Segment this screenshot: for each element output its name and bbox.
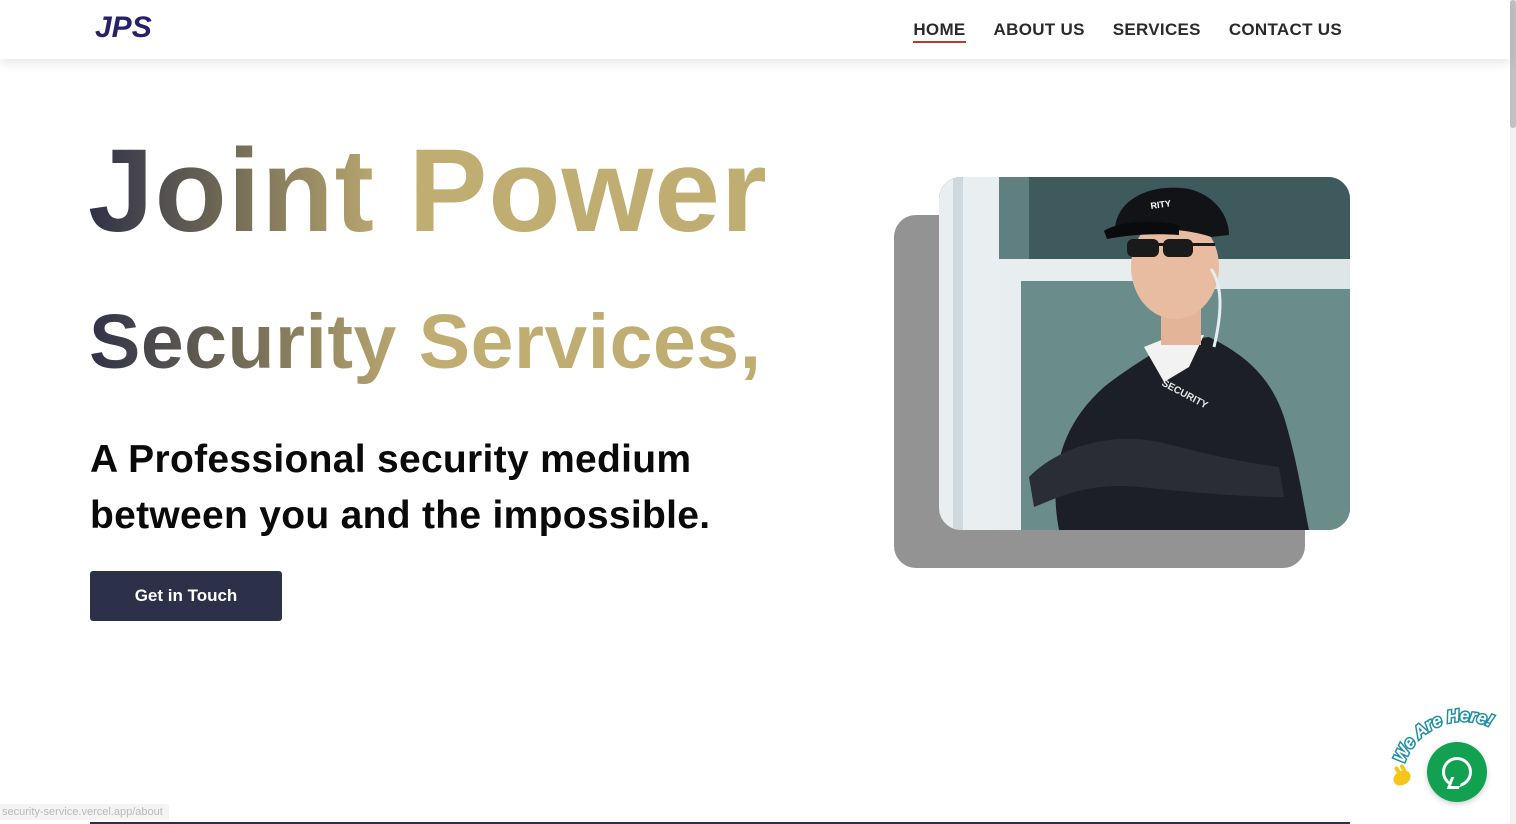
jps-logo[interactable]: JPS — [95, 10, 163, 42]
svg-text:JPS: JPS — [95, 11, 152, 42]
status-bar-url: security-service.vercel.app/about — [0, 804, 169, 820]
nav-services-link[interactable]: SERVICES — [1113, 20, 1201, 40]
nav-about-link[interactable]: ABOUT US — [994, 20, 1085, 40]
main-nav: HOME ABOUT US SERVICES CONTACT US — [913, 0, 1342, 59]
site-header: JPS HOME ABOUT US SERVICES CONTACT US — [0, 0, 1510, 59]
hero-title-services: Services, — [418, 299, 762, 385]
hero-title-joint: Joint — [88, 125, 375, 257]
chat-bubble-icon — [1442, 757, 1472, 787]
hero-title-power: Power — [408, 125, 768, 257]
security-guard-photo: RITY SECURITY — [939, 177, 1350, 530]
nav-contact-link[interactable]: CONTACT US — [1229, 20, 1342, 40]
hero-title-line-1: Joint Power — [88, 132, 768, 250]
get-in-touch-button[interactable]: Get in Touch — [90, 571, 282, 621]
hero-tagline: A Professional security medium between y… — [90, 438, 711, 537]
live-chat-button[interactable] — [1427, 742, 1487, 802]
hero-title-line-2: Security Services, — [89, 304, 762, 381]
waving-hand-icon — [1393, 764, 1411, 786]
nav-home-link[interactable]: HOME — [913, 20, 966, 43]
hero-title-security: Security — [89, 299, 397, 385]
scrollbar-thumb[interactable] — [1510, 0, 1516, 128]
